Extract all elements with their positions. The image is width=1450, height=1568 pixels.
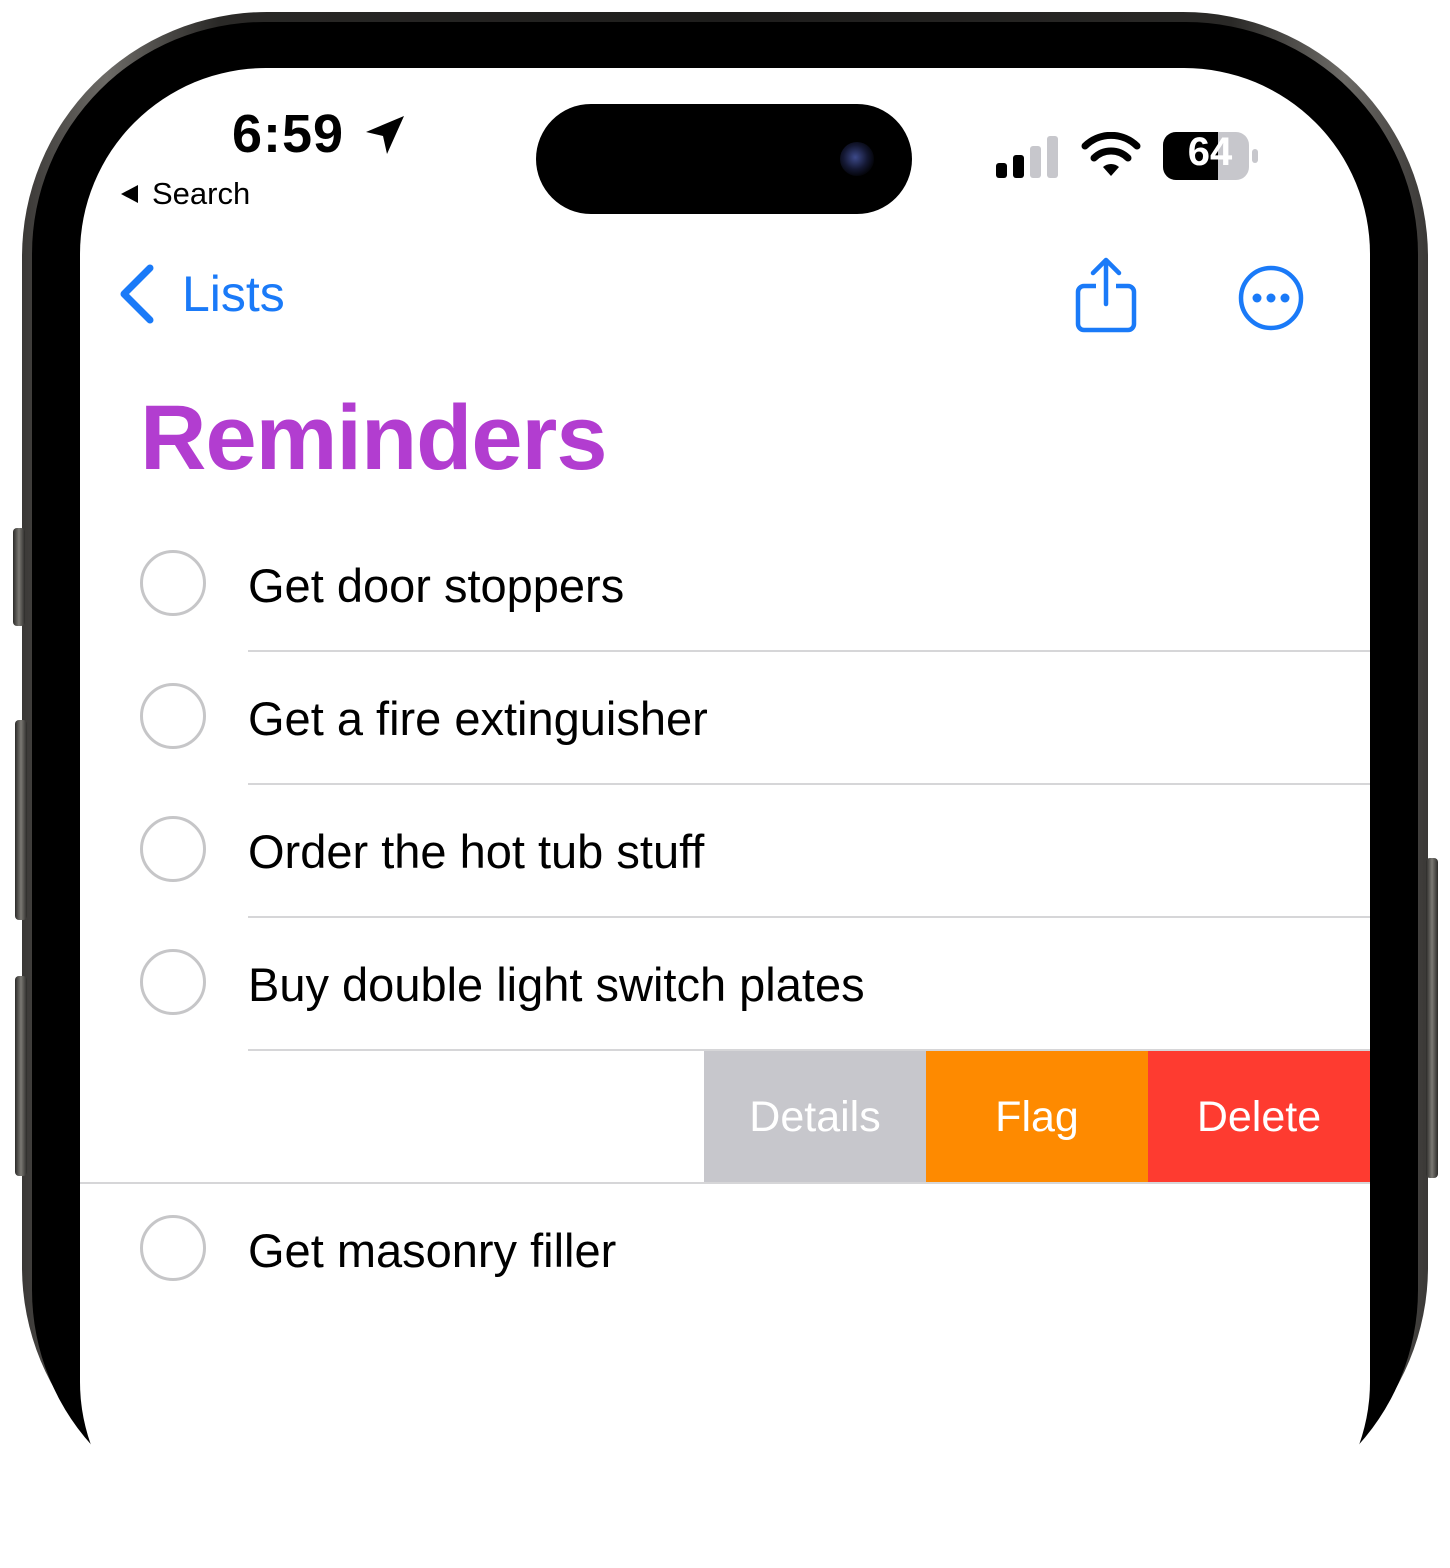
swiped-reminder-row[interactable]: Details Flag Delete: [80, 1051, 1370, 1183]
reminder-label[interactable]: Get door stoppers: [248, 519, 624, 652]
flag-button[interactable]: Flag: [926, 1051, 1148, 1183]
list-title: Reminders: [140, 387, 607, 489]
battery-level: 64: [1187, 130, 1233, 174]
completion-circle[interactable]: [140, 816, 206, 882]
reminder-row[interactable]: Get a fire extinguisher: [80, 652, 1370, 785]
completion-circle[interactable]: [140, 949, 206, 1015]
front-camera: [840, 142, 874, 176]
delete-button[interactable]: Delete: [1148, 1051, 1370, 1183]
volume-down-button: [15, 976, 27, 1176]
lists-back-label: Lists: [182, 266, 285, 322]
action-button: [13, 528, 25, 626]
reminder-label[interactable]: Buy double light switch plates: [248, 918, 865, 1051]
back-to-app-label: Search: [152, 176, 251, 211]
reminder-row[interactable]: Buy double light switch plates: [80, 918, 1370, 1051]
reminder-row[interactable]: Get door stoppers: [80, 519, 1370, 652]
chevron-left-icon: [120, 264, 154, 324]
reminder-label[interactable]: Get masonry filler: [248, 1184, 616, 1317]
reminder-row[interactable]: Get masonry filler: [80, 1184, 1370, 1317]
status-time: 6:59: [232, 104, 345, 164]
lists-back-button[interactable]: Lists: [116, 262, 285, 326]
share-icon[interactable]: [1074, 256, 1138, 334]
ellipsis-circle-icon[interactable]: [1237, 264, 1305, 332]
location-arrow-icon: [366, 116, 404, 154]
completion-circle[interactable]: [140, 1215, 206, 1281]
back-triangle-icon: [121, 185, 138, 203]
wifi-icon: [1081, 132, 1141, 176]
completion-circle[interactable]: [140, 550, 206, 616]
details-button[interactable]: Details: [704, 1051, 926, 1183]
completion-circle[interactable]: [140, 683, 206, 749]
reminder-label[interactable]: Order the hot tub stuff: [248, 785, 704, 918]
side-button: [1426, 858, 1438, 1178]
reminder-row[interactable]: Order the hot tub stuff: [80, 785, 1370, 918]
volume-up-button: [15, 720, 27, 920]
back-to-app-link[interactable]: Search: [118, 176, 250, 212]
reminder-label[interactable]: Get a fire extinguisher: [248, 652, 708, 785]
cellular-signal-icon: [996, 136, 1058, 178]
